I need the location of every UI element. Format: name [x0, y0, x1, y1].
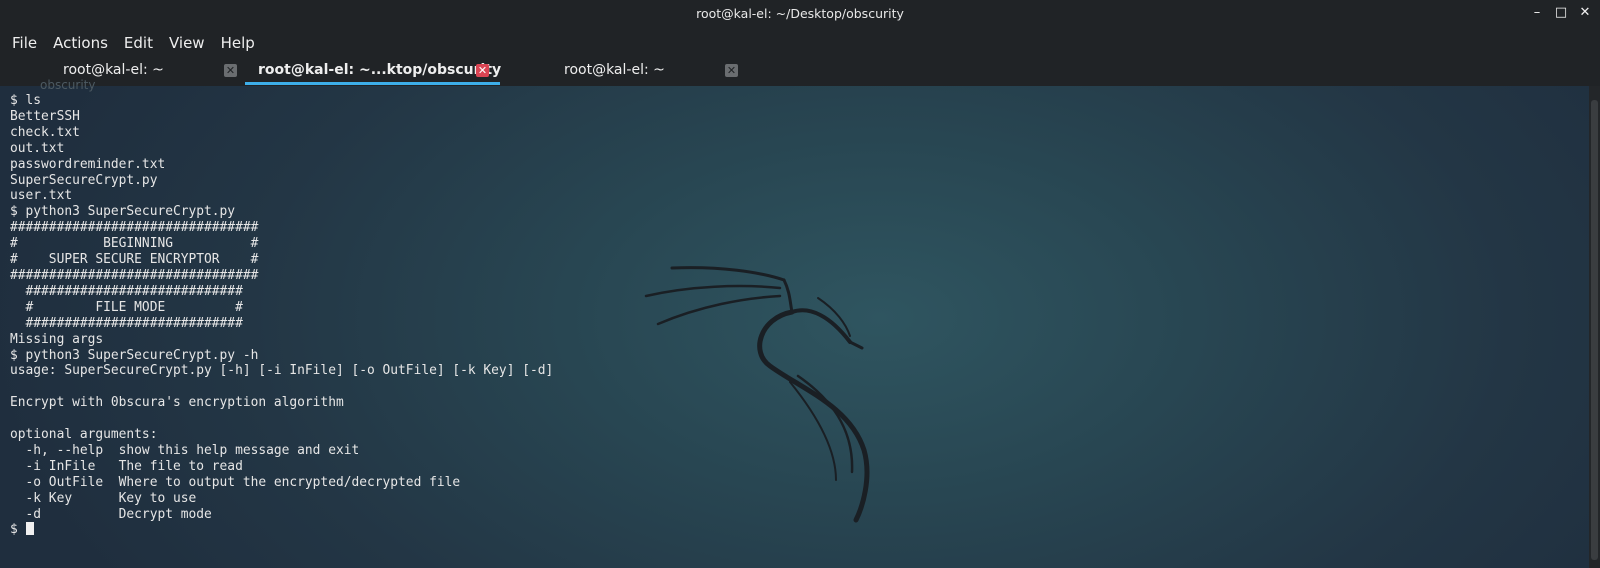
maximize-button[interactable]: □ [1554, 6, 1568, 20]
terminal-line: optional arguments: [10, 427, 158, 443]
terminal-line: BetterSSH [10, 108, 80, 124]
terminal-lines: $ ls BetterSSH check.txt out.txt passwor… [10, 93, 553, 522]
terminal-line: ############################ [25, 315, 243, 331]
terminal-line: check.txt [10, 124, 80, 140]
tab-home-2[interactable]: root@kal-el: ~ ✕ [500, 57, 745, 86]
terminal-line: # BEGINNING # [10, 236, 259, 252]
menu-view[interactable]: View [161, 34, 213, 52]
terminal-line: $ ls [10, 93, 42, 108]
close-tab-icon[interactable]: ✕ [725, 64, 738, 77]
terminal-line: passwordreminder.txt [10, 156, 166, 172]
terminal-line: # FILE MODE # [25, 299, 243, 315]
menu-bar: File Actions Edit View Help [0, 28, 1600, 57]
terminal-line: SuperSecureCrypt.py [10, 172, 158, 188]
terminal-area[interactable]: $ ls BetterSSH check.txt out.txt passwor… [0, 86, 1600, 568]
terminal-line: $ python3 SuperSecureCrypt.py [10, 204, 236, 220]
active-tab-indicator [245, 82, 500, 85]
tab-label: root@kal-el: ~...ktop/obscurity [258, 62, 502, 78]
tab-home-1[interactable]: root@kal-el: ~ ✕ [0, 57, 245, 86]
terminal-line: usage: SuperSecureCrypt.py [-h] [-i InFi… [10, 363, 554, 379]
terminal-line: user.txt [10, 188, 73, 204]
terminal-line: -d Decrypt mode [25, 506, 212, 522]
vertical-scrollbar[interactable] [1589, 86, 1600, 568]
terminal-line: Missing args [10, 331, 104, 347]
minimize-button[interactable]: – [1530, 6, 1544, 20]
terminal-line: Encrypt with 0bscura's encryption algori… [10, 395, 344, 411]
terminal-line: -o OutFile Where to output the encrypted… [25, 474, 461, 490]
tab-label: root@kal-el: ~ [564, 62, 665, 78]
menu-actions[interactable]: Actions [45, 34, 116, 52]
terminal-line: -k Key Key to use [25, 490, 197, 506]
terminal-prompt: $ [10, 522, 26, 538]
text-cursor [25, 522, 34, 536]
terminal-line: $ python3 SuperSecureCrypt.py -h [10, 347, 259, 363]
terminal-output: $ ls BetterSSH check.txt out.txt passwor… [10, 93, 553, 538]
tab-bar: root@kal-el: ~ ✕ root@kal-el: ~...ktop/o… [0, 57, 1600, 86]
title-bar: root@kal-el: ~/Desktop/obscurity – □ ✕ [0, 0, 1600, 28]
terminal-line: out.txt [10, 140, 65, 156]
menu-file[interactable]: File [4, 34, 45, 52]
scrollbar-thumb[interactable] [1591, 100, 1598, 560]
kali-dragon-icon [644, 266, 870, 523]
close-window-button[interactable]: ✕ [1578, 6, 1592, 20]
window-title: root@kal-el: ~/Desktop/obscurity [696, 6, 904, 21]
close-tab-icon[interactable]: ✕ [224, 64, 237, 77]
terminal-line: # SUPER SECURE ENCRYPTOR # [10, 252, 259, 268]
tab-label: root@kal-el: ~ [63, 62, 164, 78]
close-tab-icon[interactable]: ✕ [476, 64, 489, 77]
tab-obscurity[interactable]: root@kal-el: ~...ktop/obscurity ✕ [245, 57, 502, 86]
terminal-line: -h, --help show this help message and ex… [25, 442, 360, 458]
menu-edit[interactable]: Edit [116, 34, 161, 52]
terminal-window: root@kal-el: ~/Desktop/obscurity – □ ✕ F… [0, 0, 1600, 568]
ghost-tab-label: obscurity [40, 78, 96, 92]
terminal-line: ################################ [10, 220, 259, 236]
menu-help[interactable]: Help [213, 34, 263, 52]
terminal-line: ############################ [25, 283, 243, 299]
terminal-line: ################################ [10, 267, 259, 283]
terminal-line: -i InFile The file to read [25, 458, 243, 474]
window-controls: – □ ✕ [1530, 6, 1592, 20]
